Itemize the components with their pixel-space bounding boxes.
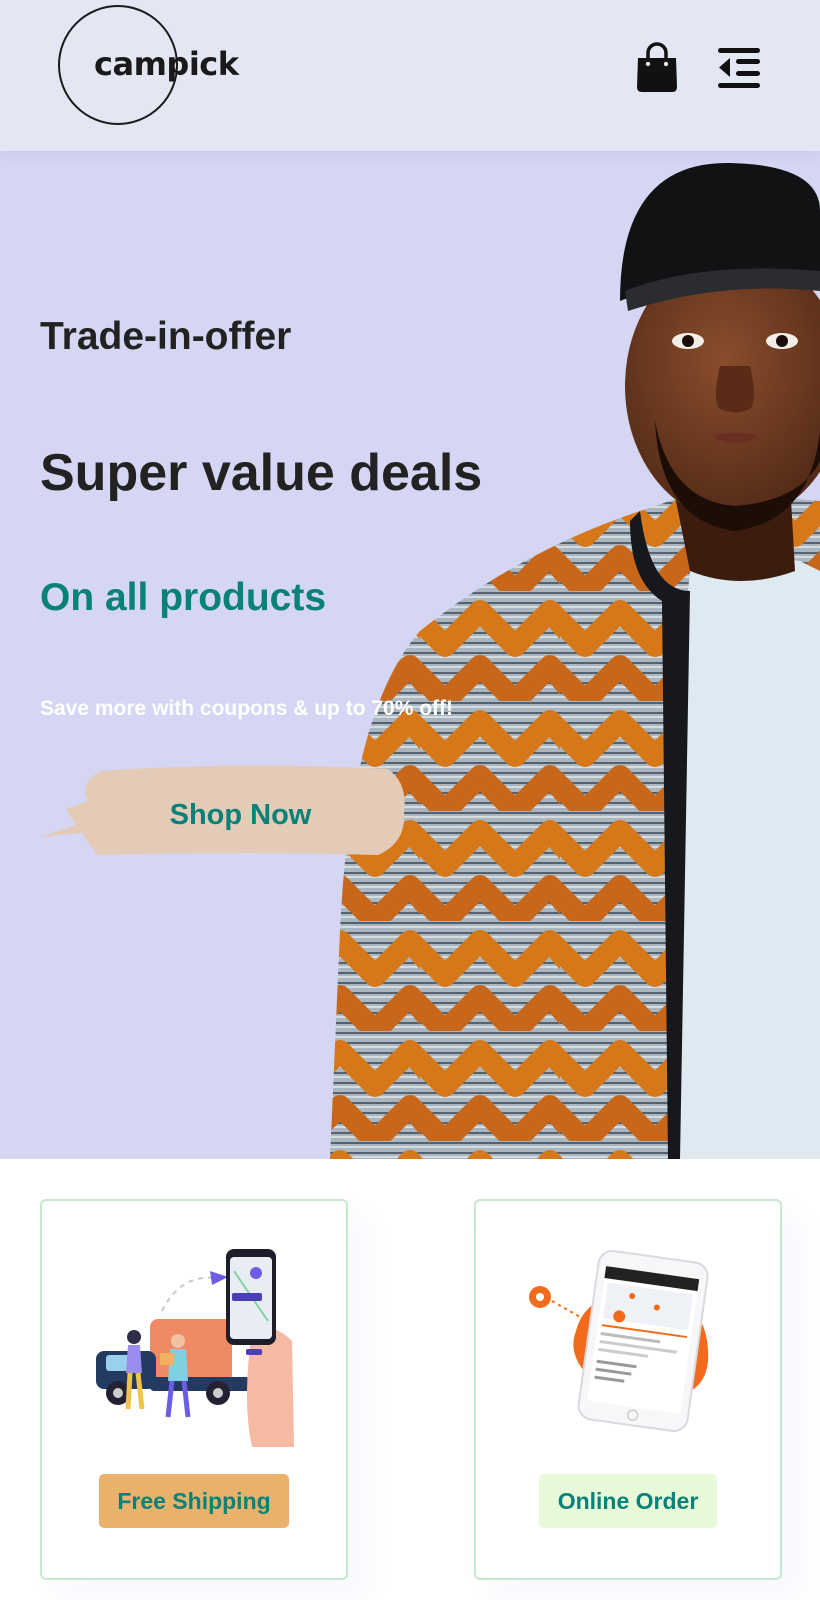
free-shipping-badge: Free Shipping: [99, 1474, 289, 1528]
menu-collapse-icon[interactable]: [716, 46, 762, 90]
hero-subheadline: On all products: [40, 576, 327, 619]
logo-text: campick: [94, 45, 239, 83]
hero-description: Save more with coupons & up to 70% off!: [40, 697, 454, 720]
feature-free-shipping[interactable]: Free Shipping: [40, 1199, 348, 1580]
hero-headline: Super value deals: [40, 444, 483, 502]
phone-order-illustration: [529, 1249, 709, 1432]
feature-online-order[interactable]: Online Order: [474, 1199, 782, 1580]
hero-model-image: [330, 162, 820, 1159]
site-header: campick: [0, 0, 820, 151]
shop-now-button[interactable]: Shop Now: [38, 763, 408, 863]
delivery-illustration: [96, 1249, 294, 1447]
hero-kicker: Trade-in-offer: [40, 315, 292, 358]
shopping-bag-icon[interactable]: [634, 42, 680, 94]
online-order-badge: Online Order: [539, 1474, 717, 1528]
hero-section: Trade-in-offer Super value deals On all …: [0, 151, 820, 1159]
shop-now-label: Shop Now: [169, 798, 312, 831]
logo[interactable]: campick: [58, 5, 239, 125]
